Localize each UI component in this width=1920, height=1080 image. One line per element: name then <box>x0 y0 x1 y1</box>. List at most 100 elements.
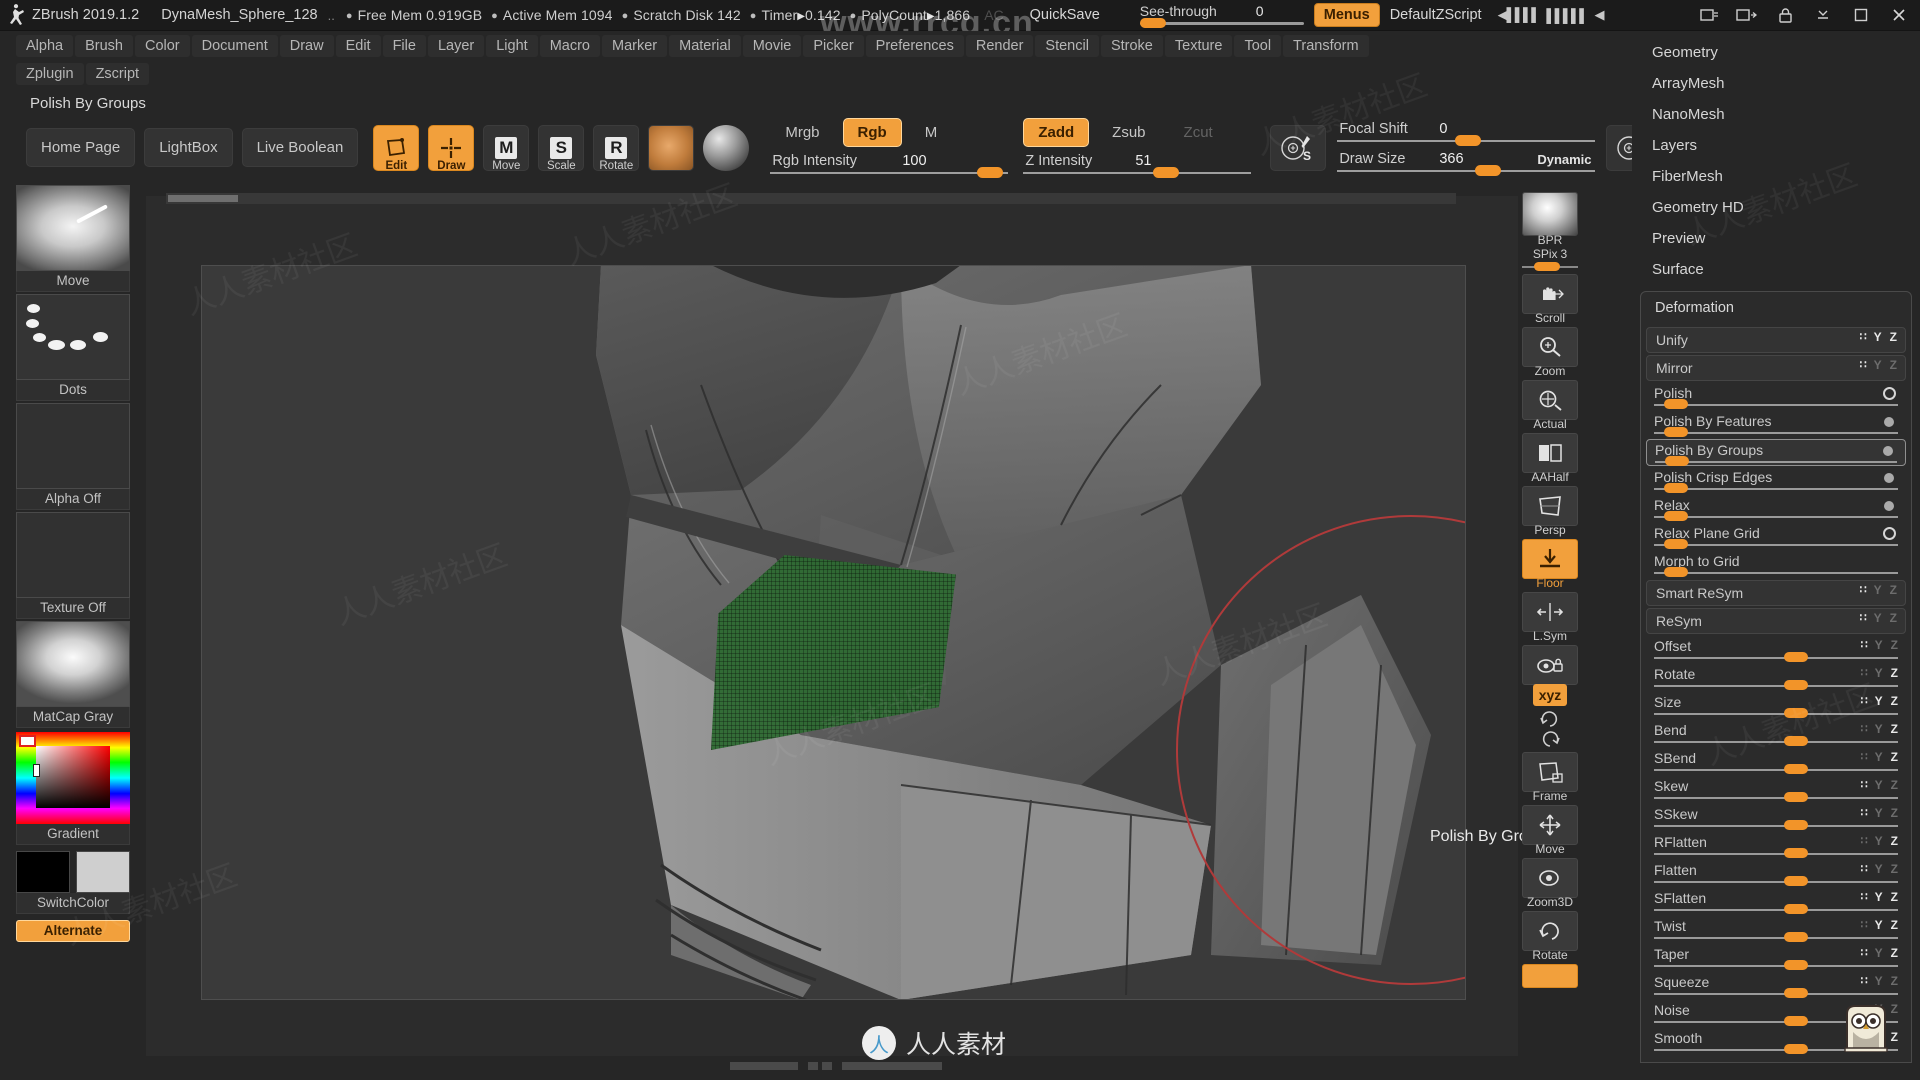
menu-item-layer[interactable]: Layer <box>427 34 485 57</box>
menu-item-draw[interactable]: Draw <box>279 34 334 57</box>
axis-toggle-z[interactable]: Z <box>1890 358 1897 372</box>
axis-toggle-grid[interactable]: ∷ <box>1861 918 1868 932</box>
menu-item-brush[interactable]: Brush <box>75 34 133 57</box>
deform-slider-knob[interactable] <box>1784 932 1808 942</box>
deform-slider-sflatten[interactable]: SFlatten ∷ Y Z <box>1646 888 1906 915</box>
primary-color-swatch[interactable] <box>16 851 70 893</box>
floor-button[interactable]: Floor <box>1522 539 1578 590</box>
scroll-button[interactable]: Scroll <box>1522 274 1578 325</box>
deform-slider-knob[interactable] <box>1784 960 1808 970</box>
axis-toggle-z[interactable]: Z <box>1891 666 1898 680</box>
zoom3d-button[interactable]: Zoom3D <box>1522 858 1578 909</box>
axis-toggles[interactable]: ∷ YZ <box>1861 806 1898 820</box>
axis-toggles[interactable]: ∷ YZ <box>1861 666 1898 680</box>
axis-toggle-grid[interactable]: ∷ <box>1861 890 1868 904</box>
current-brush-preview[interactable] <box>648 124 695 171</box>
rp-menu-item-geometry-hd[interactable]: Geometry HD <box>1632 192 1920 223</box>
frame-button[interactable]: Frame <box>1522 752 1578 803</box>
deform-slider-knob[interactable] <box>1784 988 1808 998</box>
see-through-slider[interactable]: See-through 0 <box>1139 0 1308 30</box>
rotate-mode-button[interactable]: R Rotate <box>593 124 640 172</box>
menus-button[interactable]: Menus <box>1313 3 1380 27</box>
deform-slider-knob[interactable] <box>1664 567 1689 577</box>
texture-thumb[interactable] <box>16 512 130 598</box>
move-mode-button[interactable]: M Move <box>483 124 530 172</box>
current-material-preview[interactable] <box>703 124 750 171</box>
spix-slider[interactable] <box>1522 262 1578 272</box>
menu-item-material[interactable]: Material <box>669 34 741 57</box>
scroll-icon[interactable] <box>1522 274 1578 314</box>
deform-slider-taper[interactable]: Taper ∷ Y Z <box>1646 944 1906 971</box>
bpr-button[interactable]: BPR SPix 3 <box>1522 192 1578 272</box>
deform-slider-track[interactable] <box>1654 516 1898 518</box>
deform-slider-track[interactable] <box>1654 937 1898 939</box>
rp-menu-item-preview[interactable]: Preview <box>1632 223 1920 254</box>
axis-toggles[interactable]: ∷ YZ <box>1861 750 1898 764</box>
axis-toggle-y[interactable]: Y <box>1875 638 1883 652</box>
axis-toggles[interactable]: ∷ YZ <box>1861 946 1898 960</box>
axis-toggle-y[interactable]: Y <box>1875 722 1883 736</box>
axis-toggle-grid[interactable]: ∷ <box>1860 358 1867 372</box>
axis-toggle-z[interactable]: Z <box>1891 974 1898 988</box>
axis-toggle-grid[interactable]: ∷ <box>1861 694 1868 708</box>
dynamic-label[interactable]: Dynamic <box>1537 152 1591 167</box>
switch-color-group[interactable]: SwitchColor <box>16 851 156 914</box>
axis-toggle-y[interactable]: Y <box>1875 806 1883 820</box>
axis-toggles[interactable]: ∷ YZ <box>1861 694 1898 708</box>
local-symmetry-icon[interactable] <box>1522 592 1578 632</box>
canvas-top-scrollbar-thumb[interactable] <box>168 195 238 202</box>
rp-menu-item-fibermesh[interactable]: FiberMesh <box>1632 161 1920 192</box>
axis-toggle-y[interactable]: Y <box>1875 750 1883 764</box>
axis-toggle-z[interactable]: Z <box>1890 330 1897 344</box>
edit-mode-button[interactable]: Edit <box>373 124 420 172</box>
see-through-knob[interactable] <box>1139 18 1166 28</box>
frame-icon[interactable] <box>1522 752 1578 792</box>
rp-menu-item-surface[interactable]: Surface <box>1632 254 1920 285</box>
deform-slider-track[interactable] <box>1654 965 1898 967</box>
axis-toggle-z[interactable]: Z <box>1890 611 1897 625</box>
deform-mode-radio[interactable] <box>1883 387 1896 400</box>
zscript-label[interactable]: DefaultZScript <box>1390 7 1482 23</box>
menu-item-zplugin[interactable]: Zplugin <box>16 63 84 85</box>
deform-slider-track[interactable] <box>1654 657 1898 659</box>
deform-slider-knob[interactable] <box>1664 511 1689 521</box>
deform-slider-knob[interactable] <box>1664 539 1689 549</box>
xyz-button[interactable]: xyz <box>1522 684 1578 706</box>
persp-button[interactable]: Persp <box>1522 486 1578 537</box>
axis-toggles[interactable]: ∷ YZ <box>1861 890 1898 904</box>
window-controls[interactable] <box>1690 0 1920 30</box>
rgb-intensity-slider[interactable]: Rgb Intensity 100 <box>770 153 1009 178</box>
deform-slider-track[interactable] <box>1654 432 1898 434</box>
axis-toggle-z[interactable]: Z <box>1891 778 1898 792</box>
deform-slider-knob[interactable] <box>1664 483 1689 493</box>
deform-slider-track[interactable] <box>1654 404 1898 406</box>
deform-slider-track[interactable] <box>1654 685 1898 687</box>
xyz-label[interactable]: xyz <box>1532 684 1568 706</box>
rotate-view-icon[interactable] <box>1522 911 1578 951</box>
deform-slider-rflatten[interactable]: RFlatten ∷ Y Z <box>1646 832 1906 859</box>
deform-slider-size[interactable]: Size ∷ Y Z <box>1646 692 1906 719</box>
menu-item-stroke[interactable]: Stroke <box>1100 34 1163 57</box>
extra-tool-icon[interactable] <box>1522 964 1578 988</box>
deform-button-smart-resym[interactable]: Smart ReSym ∷ Y Z <box>1646 580 1906 606</box>
draw-size-knob[interactable] <box>1475 164 1502 176</box>
m-toggle[interactable]: M <box>910 118 953 147</box>
deform-slider-track[interactable] <box>1654 825 1898 827</box>
window-duplicate-icon[interactable] <box>1728 0 1766 30</box>
stroke-dynamic-mode-button[interactable]: S <box>1270 124 1327 171</box>
lock-transparency-icon[interactable] <box>1522 645 1578 685</box>
axis-toggle-z[interactable]: Z <box>1891 1002 1898 1016</box>
deform-button-resym[interactable]: ReSym ∷ Y Z <box>1646 608 1906 634</box>
axis-toggle-grid[interactable]: ∷ <box>1861 946 1868 960</box>
axis-toggles[interactable]: ∷ YZ <box>1861 638 1898 652</box>
axis-toggle-z[interactable]: Z <box>1890 583 1897 597</box>
deform-slider-knob[interactable] <box>1784 1044 1808 1054</box>
axis-toggles[interactable]: ∷ YZ <box>1861 862 1898 876</box>
deform-mode-radio[interactable] <box>1884 473 1894 483</box>
deform-slider-track[interactable] <box>1654 544 1898 546</box>
window-copy-icon[interactable] <box>1690 0 1728 30</box>
deform-slider-squeeze[interactable]: Squeeze ∷ Y Z <box>1646 972 1906 999</box>
deform-slider-twist[interactable]: Twist ∷ Y Z <box>1646 916 1906 943</box>
axis-toggle-y[interactable]: Y <box>1875 834 1883 848</box>
rgb-toggle[interactable]: Rgb <box>842 118 902 147</box>
